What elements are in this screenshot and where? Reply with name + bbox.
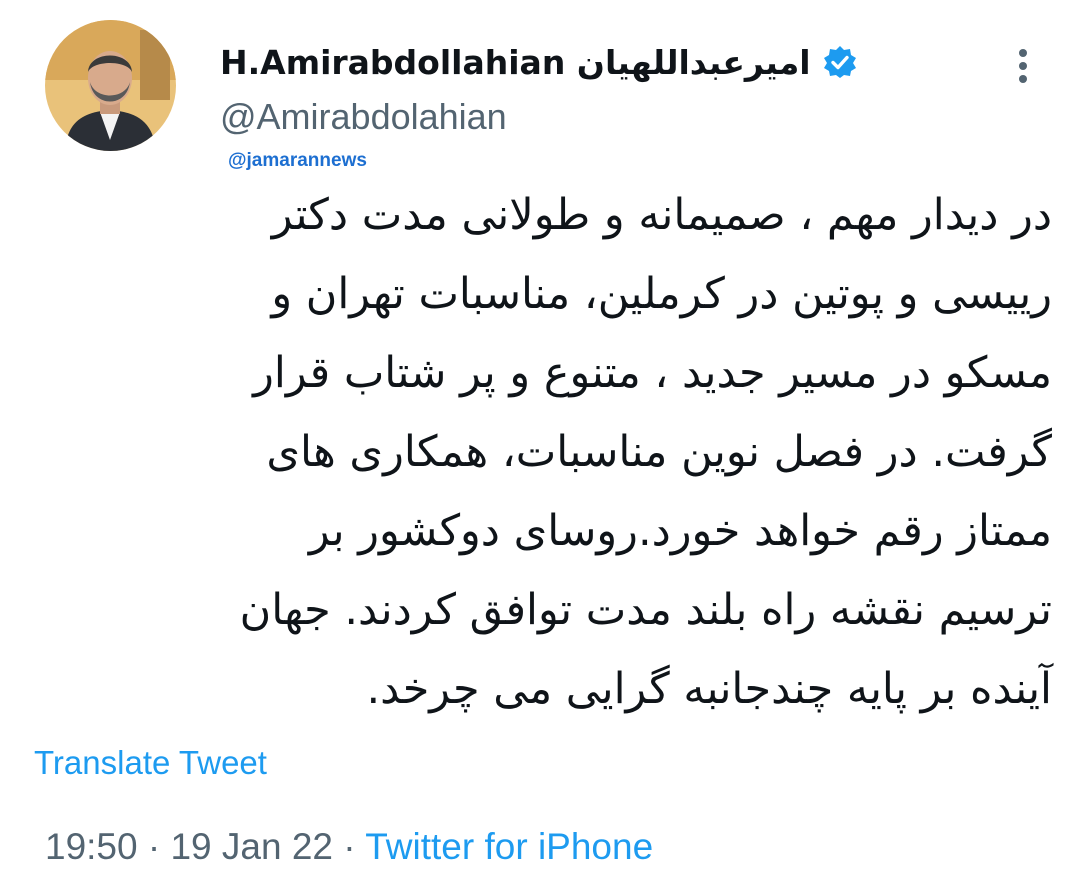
- tweet-date[interactable]: 19 Jan 22: [170, 826, 333, 867]
- tweet-line: گرفت. در فصل نوین مناسبات، همکاری های: [266, 427, 1052, 477]
- tweet-line: مسکو در مسیر جدید ، متنوع و پر شتاب قرار: [253, 348, 1052, 398]
- news-source-tag: @jamarannews: [228, 150, 367, 171]
- tweet-time[interactable]: 19:50: [45, 826, 138, 867]
- tweet-line: ترسیم نقشه راه بلند مدت توافق کردند. جها…: [239, 585, 1052, 635]
- tweet-line: ممتاز رقم خواهد خورد.روسای دوکشور بر: [308, 506, 1052, 556]
- tweet-line: رییسی و پوتین در کرملین، مناسبات تهران و: [271, 269, 1052, 319]
- tweet-meta: 19:50 · 19 Jan 22 · Twitter for iPhone: [45, 826, 653, 868]
- tweet-text: در دیدار مهم ، صمیمانه و طولانی مدت دکتر…: [30, 176, 1052, 729]
- more-options-icon[interactable]: [1008, 42, 1038, 90]
- tweet-line: در دیدار مهم ، صمیمانه و طولانی مدت دکتر: [271, 190, 1052, 240]
- display-name[interactable]: H.Amirabdollahian امیرعبداللهیان: [220, 43, 811, 82]
- avatar[interactable]: [45, 20, 176, 151]
- meta-separator: ·: [343, 826, 356, 867]
- tweet-line: آینده بر پایه چندجانبه گرایی می چرخد.: [366, 664, 1052, 714]
- verified-badge-icon: [823, 45, 857, 79]
- tweet-card: H.Amirabdollahian امیرعبداللهیان @Amirab…: [0, 0, 1080, 881]
- meta-separator: ·: [147, 826, 161, 867]
- translate-tweet-link[interactable]: Translate Tweet: [34, 744, 267, 782]
- profile-photo-icon: [45, 20, 176, 151]
- tweet-source-link[interactable]: Twitter for iPhone: [365, 826, 653, 867]
- user-name-row[interactable]: H.Amirabdollahian امیرعبداللهیان: [220, 38, 857, 86]
- user-handle[interactable]: @Amirabdolahian: [220, 96, 507, 138]
